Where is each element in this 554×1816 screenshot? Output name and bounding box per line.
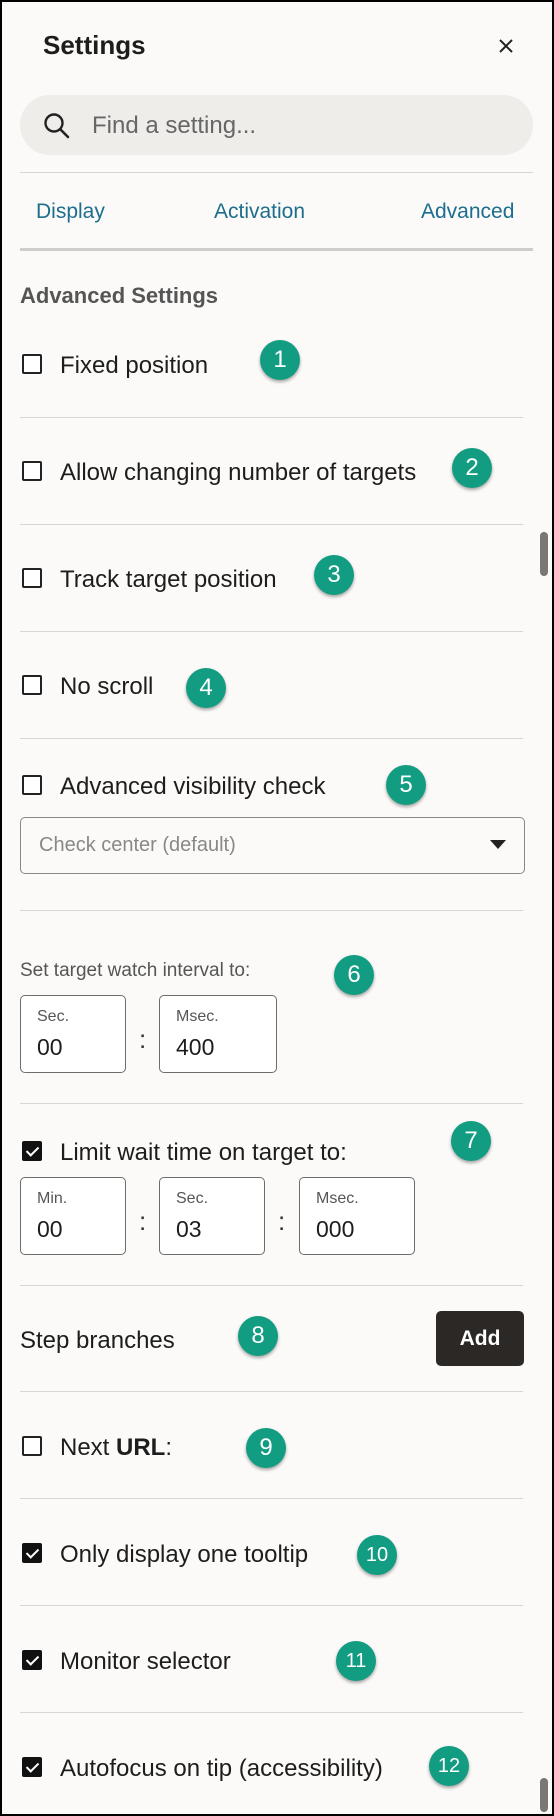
autofocus-checkbox[interactable] (22, 1757, 42, 1777)
fixed-position-checkbox[interactable] (22, 354, 42, 374)
tab-advanced[interactable]: Advanced (421, 200, 514, 224)
limit-wait-label: Limit wait time on target to: (60, 1139, 347, 1166)
one-tooltip-label: Only display one tooltip (60, 1541, 309, 1568)
no-scroll-label: No scroll (60, 673, 154, 700)
section-title: Advanced Settings (20, 283, 219, 308)
next-url-checkbox[interactable] (22, 1436, 42, 1456)
search-icon (44, 113, 70, 139)
field-value: 000 (316, 1216, 355, 1242)
step-badge: 12 (429, 1746, 469, 1786)
track-target-position-checkbox[interactable] (22, 568, 42, 588)
divider (20, 1498, 523, 1499)
divider (20, 172, 533, 173)
divider (20, 1285, 523, 1286)
advanced-visibility-label: Advanced visibility check (60, 773, 326, 800)
field-label: Msec. (316, 1190, 359, 1207)
field-value: 400 (176, 1034, 215, 1060)
visibility-mode-select[interactable]: Check center (default) (20, 817, 525, 874)
close-button[interactable] (492, 32, 520, 60)
divider (20, 1391, 523, 1392)
close-icon (499, 39, 513, 53)
divider (20, 524, 523, 525)
scrollbar-thumb-bottom[interactable] (540, 1778, 548, 1812)
panel-title: Settings (43, 30, 146, 60)
field-label: Msec. (176, 1008, 219, 1025)
step-badge: 6 (334, 955, 374, 995)
field-value: 00 (37, 1216, 63, 1242)
tab-activation[interactable]: Activation (214, 200, 305, 224)
step-badge: 10 (357, 1535, 397, 1575)
limit-wait-checkbox[interactable] (22, 1141, 42, 1161)
step-badge: 1 (260, 340, 300, 380)
step-badge: 9 (246, 1428, 286, 1468)
next-url-label: Next URL: (60, 1434, 172, 1462)
one-tooltip-checkbox[interactable] (22, 1543, 42, 1563)
time-separator: : (278, 1206, 286, 1236)
watch-sec-field[interactable]: Sec. 00 (20, 995, 126, 1073)
divider (20, 1712, 523, 1713)
step-badge: 2 (452, 448, 492, 488)
next-url-bold: URL (116, 1434, 166, 1461)
fixed-position-label: Fixed position (60, 352, 209, 379)
monitor-selector-checkbox[interactable] (22, 1650, 42, 1670)
watch-msec-field[interactable]: Msec. 400 (159, 995, 277, 1073)
wait-min-field[interactable]: Min. 00 (20, 1177, 126, 1255)
time-separator: : (139, 1024, 147, 1054)
field-label: Sec. (37, 1008, 70, 1025)
field-label: Sec. (176, 1190, 209, 1207)
divider (20, 631, 523, 632)
field-label: Min. (37, 1190, 68, 1207)
divider (20, 738, 523, 739)
step-branches-label: Step branches (20, 1327, 175, 1354)
tab-underline (20, 248, 533, 251)
allow-changing-targets-label: Allow changing number of targets (60, 459, 417, 486)
divider (20, 417, 523, 418)
next-url-suffix: : (165, 1434, 173, 1461)
field-value: 00 (37, 1034, 63, 1060)
wait-msec-field[interactable]: Msec. 000 (299, 1177, 415, 1255)
divider (20, 1103, 523, 1104)
step-badge: 4 (186, 668, 226, 708)
tab-display[interactable]: Display (36, 200, 105, 224)
step-badge: 3 (314, 555, 354, 595)
next-url-prefix: Next (60, 1434, 117, 1461)
scrollbar-thumb[interactable] (540, 532, 548, 576)
autofocus-label: Autofocus on tip (accessibility) (60, 1755, 383, 1782)
no-scroll-checkbox[interactable] (22, 675, 42, 695)
field-value: 03 (176, 1216, 202, 1242)
wait-sec-field[interactable]: Sec. 03 (159, 1177, 265, 1255)
step-badge: 5 (386, 765, 426, 805)
caret-down-icon (490, 840, 506, 849)
search-box (20, 95, 533, 157)
step-badge: 8 (238, 1316, 278, 1356)
step-badge: 7 (451, 1121, 491, 1161)
track-target-position-label: Track target position (60, 566, 277, 593)
divider (20, 1605, 523, 1606)
monitor-selector-label: Monitor selector (60, 1648, 231, 1675)
search-input[interactable] (90, 95, 514, 157)
select-value: Check center (default) (39, 834, 236, 856)
divider (20, 910, 523, 911)
advanced-visibility-checkbox[interactable] (22, 775, 42, 795)
time-separator: : (139, 1206, 147, 1236)
watch-interval-label: Set target watch interval to: (20, 960, 251, 981)
step-badge: 11 (336, 1641, 376, 1681)
allow-changing-targets-checkbox[interactable] (22, 461, 42, 481)
add-branch-button[interactable]: Add (436, 1311, 524, 1366)
settings-panel: Settings Display Activation Advanced Adv… (0, 0, 554, 1816)
